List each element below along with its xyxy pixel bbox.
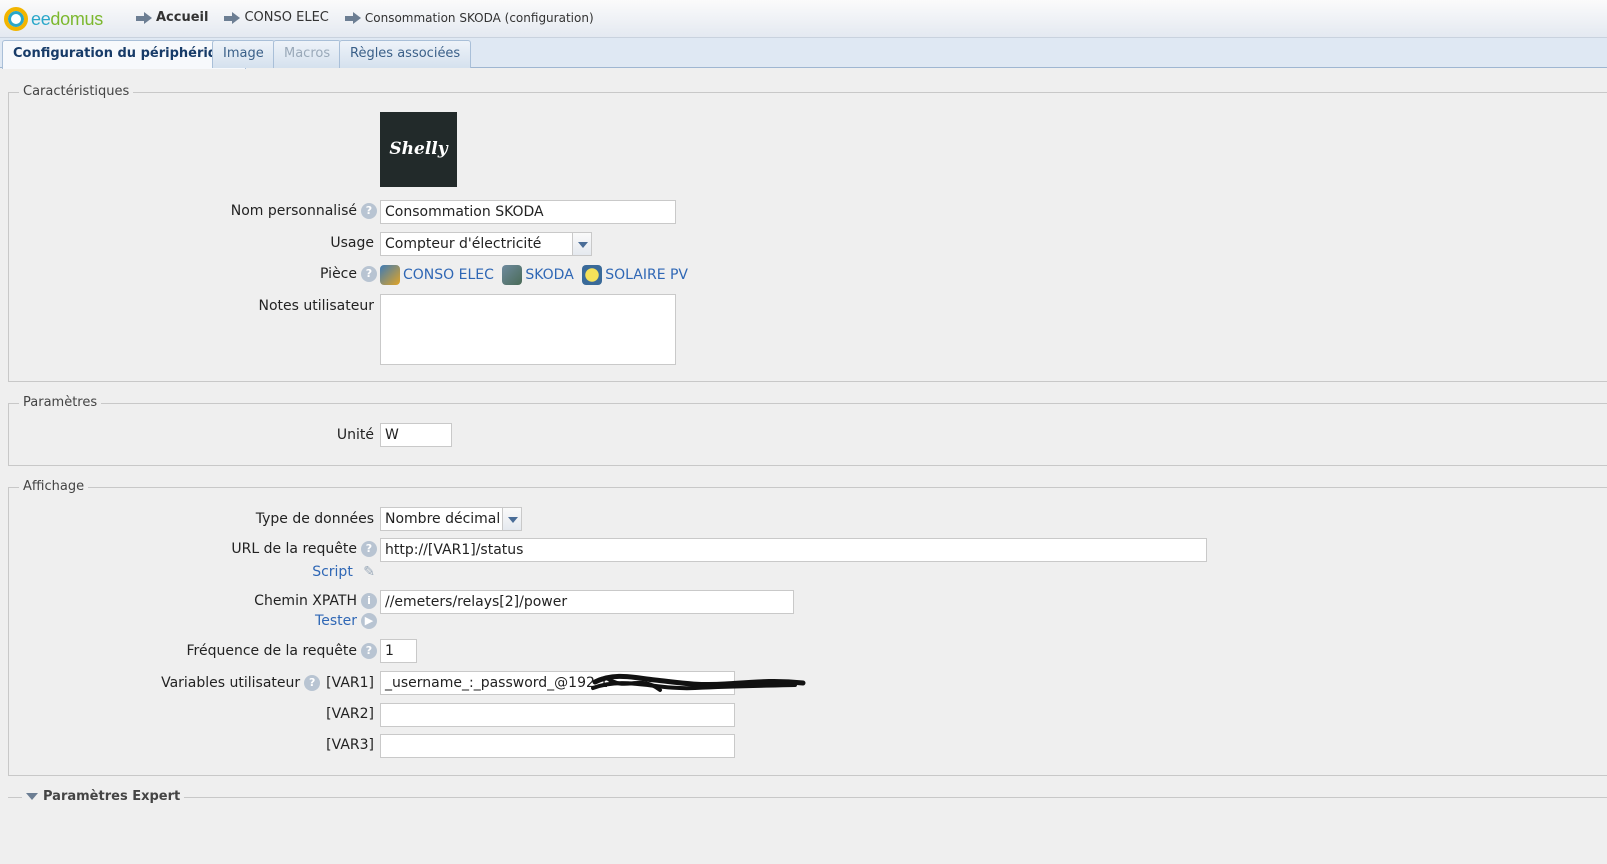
fieldset-affichage: Affichage bbox=[8, 479, 1607, 776]
tab-configuration[interactable]: Configuration du périphérique bbox=[2, 40, 247, 69]
unite-input[interactable]: W bbox=[380, 423, 452, 447]
breadcrumb-item-current: Consommation SKODA (configuration) bbox=[344, 11, 594, 25]
tab-bar: Configuration du périphérique Image Macr… bbox=[0, 38, 1607, 69]
breadcrumb-item-conso-elec[interactable]: CONSO ELEC bbox=[224, 10, 329, 25]
tab-macros: Macros bbox=[273, 40, 342, 68]
xpath-input[interactable]: //emeters/relays[2]/power bbox=[380, 590, 794, 614]
script-link[interactable]: Script bbox=[312, 564, 353, 580]
piece-label-row: Pièce? bbox=[320, 266, 377, 282]
unite-label: Unité bbox=[336, 427, 374, 443]
nom-label-row: Nom personnalisé? bbox=[231, 203, 377, 219]
var3-label: [VAR3] bbox=[326, 737, 374, 753]
notes-label: Notes utilisateur bbox=[258, 298, 374, 314]
room-conso-elec-icon bbox=[380, 265, 400, 285]
help-icon[interactable]: ? bbox=[361, 203, 377, 219]
help-icon[interactable]: ? bbox=[361, 541, 377, 557]
room-skoda-icon bbox=[502, 265, 523, 285]
piece-conso-elec[interactable]: CONSO ELEC bbox=[380, 265, 494, 285]
expert-divider bbox=[8, 797, 1607, 798]
chevron-down-icon[interactable] bbox=[572, 233, 591, 255]
arrow-right-icon bbox=[344, 11, 361, 24]
help-icon[interactable]: ? bbox=[304, 675, 321, 691]
var2-input[interactable] bbox=[380, 703, 735, 727]
type-donnees-label: Type de données bbox=[255, 511, 374, 527]
var3-input[interactable] bbox=[380, 734, 735, 758]
tab-image[interactable]: Image bbox=[212, 40, 275, 68]
frequence-label-row: Fréquence de la requête? bbox=[186, 643, 377, 659]
info-icon[interactable]: i bbox=[361, 593, 377, 609]
frequence-input[interactable]: 1 bbox=[380, 639, 417, 663]
chevron-down-icon[interactable] bbox=[502, 508, 521, 530]
logo-text: eedomus bbox=[31, 8, 103, 29]
arrow-right-icon bbox=[136, 11, 152, 24]
legend-caracteristiques: Caractéristiques bbox=[19, 84, 134, 99]
device-image[interactable]: Shelly bbox=[380, 112, 457, 187]
fieldset-caracteristiques: Caractéristiques bbox=[8, 84, 1607, 382]
var2-label: [VAR2] bbox=[326, 706, 374, 722]
usage-label: Usage bbox=[330, 235, 374, 251]
triangle-down-icon bbox=[26, 793, 38, 800]
legend-parametres: Paramètres bbox=[19, 395, 102, 410]
piece-list: CONSO ELEC SKODA SOLAIRE PV bbox=[380, 265, 688, 285]
tester-link[interactable]: Tester bbox=[315, 613, 357, 629]
top-bar: eedomus Accueil CONSO ELEC Consommation … bbox=[0, 0, 1607, 38]
expert-toggle[interactable]: Paramètres Expert bbox=[22, 789, 185, 804]
fieldset-parametres: Paramètres bbox=[8, 395, 1607, 466]
nom-personnalise-input[interactable]: Consommation SKODA bbox=[380, 200, 676, 224]
room-solaire-pv-icon bbox=[582, 265, 603, 285]
redaction-scribble bbox=[591, 673, 806, 692]
usage-select[interactable]: Compteur d'électricité bbox=[380, 232, 592, 256]
breadcrumb-item-accueil[interactable]: Accueil bbox=[136, 10, 208, 25]
tab-regles-associees[interactable]: Règles associées bbox=[339, 40, 472, 68]
breadcrumb: Accueil CONSO ELEC Consommation SKODA (c… bbox=[136, 10, 610, 25]
eedomus-logo[interactable]: eedomus bbox=[4, 6, 103, 32]
variables-label-row: Variables utilisateur? [VAR1] bbox=[161, 675, 374, 691]
tester-link-row[interactable]: Tester ▶ bbox=[315, 613, 377, 629]
help-icon[interactable]: ? bbox=[361, 266, 377, 282]
url-requete-input[interactable]: http://[VAR1]/status bbox=[380, 538, 1207, 562]
piece-skoda[interactable]: SKODA bbox=[502, 265, 574, 285]
logo-ring-icon bbox=[4, 7, 28, 31]
notes-textarea[interactable] bbox=[380, 294, 676, 365]
pencil-icon[interactable]: ✎ bbox=[363, 564, 375, 580]
type-donnees-select[interactable]: Nombre décimal bbox=[380, 507, 522, 531]
script-link-row[interactable]: Script ✎ bbox=[312, 564, 375, 580]
arrow-right-icon bbox=[224, 11, 241, 24]
play-icon[interactable]: ▶ bbox=[361, 613, 377, 629]
legend-affichage: Affichage bbox=[19, 479, 89, 494]
piece-solaire-pv[interactable]: SOLAIRE PV bbox=[582, 265, 688, 285]
help-icon[interactable]: ? bbox=[361, 643, 377, 659]
url-label-row: URL de la requête? bbox=[231, 541, 377, 557]
xpath-label-row: Chemin XPATH i bbox=[254, 593, 377, 609]
